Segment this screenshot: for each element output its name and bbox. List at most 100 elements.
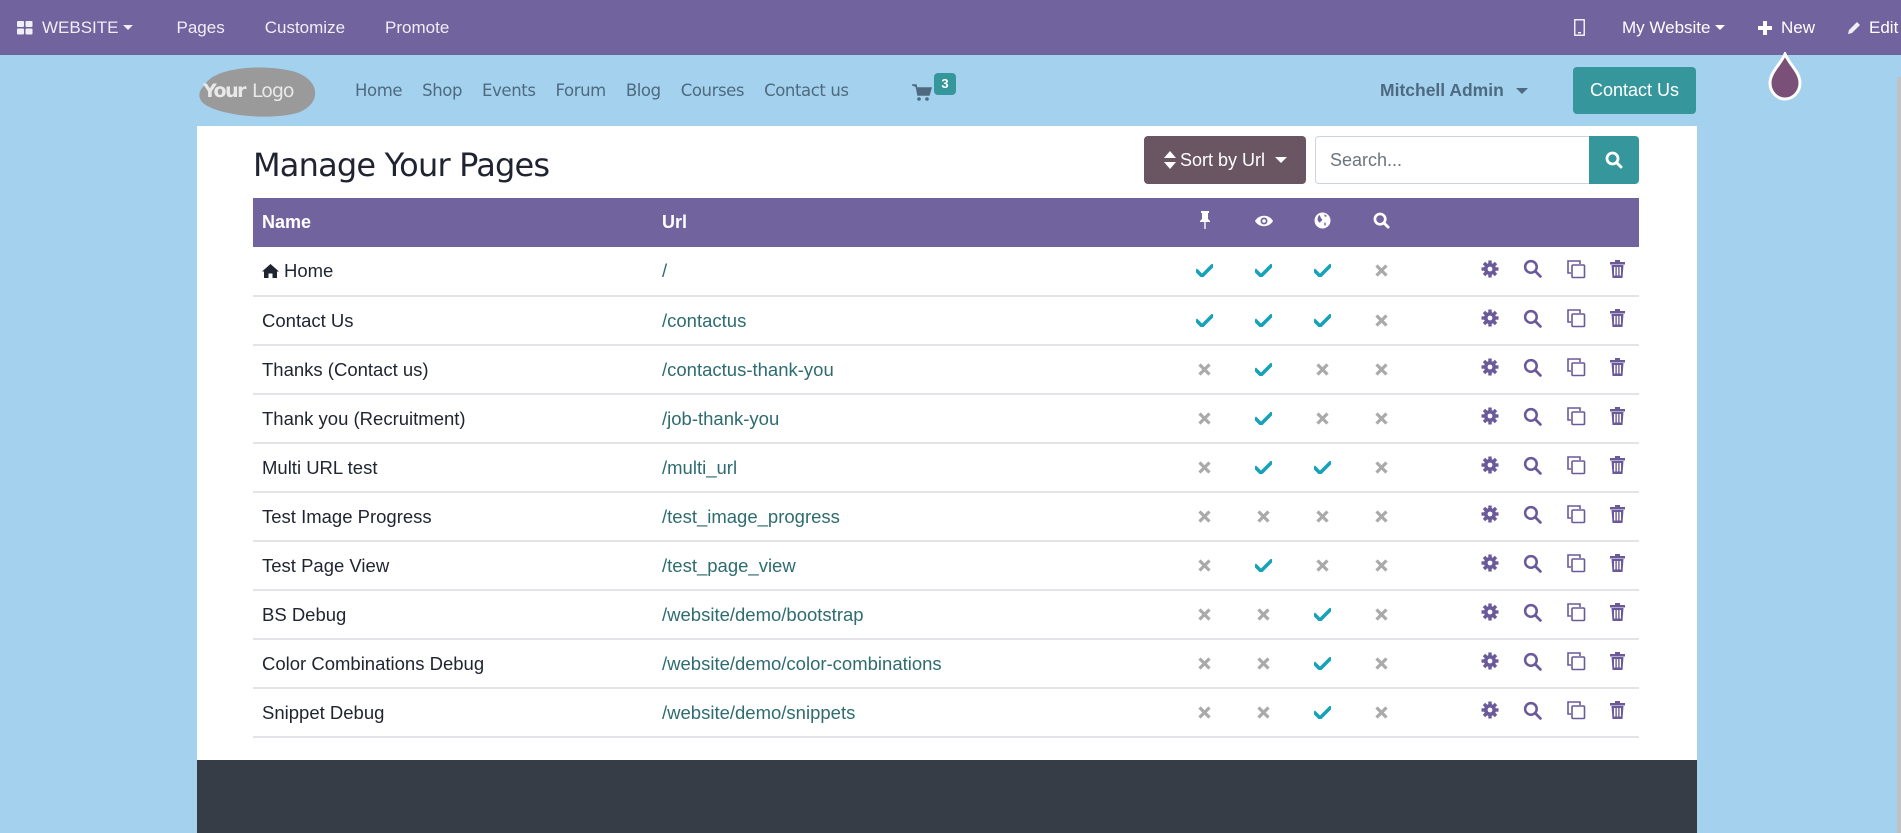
optimize-seo-button[interactable] [1511, 259, 1542, 283]
menu-pages[interactable]: Pages [157, 0, 245, 55]
flag-published [1293, 247, 1352, 296]
clone-page-button[interactable] [1554, 504, 1586, 529]
search-icon [1523, 701, 1542, 725]
clone-page-button[interactable] [1554, 406, 1586, 431]
clone-page-button[interactable] [1554, 700, 1586, 725]
clone-page-button[interactable] [1554, 259, 1586, 284]
page-url-link[interactable]: /contactus [653, 296, 1175, 345]
optimize-seo-button[interactable] [1511, 504, 1542, 528]
trash-icon [1610, 652, 1625, 675]
clone-page-button[interactable] [1554, 455, 1586, 480]
clone-page-button[interactable] [1554, 357, 1586, 382]
delete-page-button[interactable] [1598, 652, 1625, 676]
delete-page-button[interactable] [1598, 259, 1625, 283]
delete-page-button[interactable] [1598, 603, 1625, 627]
menu-promote[interactable]: Promote [365, 0, 469, 55]
optimize-seo-button[interactable] [1511, 406, 1542, 430]
search-button[interactable] [1589, 136, 1639, 184]
table-row: Thanks (Contact us) /contactus-thank-you [253, 345, 1639, 394]
menu-customize[interactable]: Customize [245, 0, 365, 55]
edit-button[interactable]: Edit [1847, 0, 1898, 55]
page-properties-button[interactable] [1469, 554, 1499, 578]
page-url-link[interactable]: /test_image_progress [653, 492, 1175, 541]
clone-page-button[interactable] [1554, 651, 1586, 676]
optimize-seo-button[interactable] [1511, 357, 1542, 381]
delete-page-button[interactable] [1598, 456, 1625, 480]
home-icon [262, 264, 279, 278]
page-scrollbar[interactable] [1897, 77, 1901, 833]
user-menu[interactable]: Mitchell Admin [1380, 55, 1528, 126]
flag-published [1293, 639, 1352, 688]
optimize-seo-button[interactable] [1511, 651, 1542, 675]
page-url-link[interactable]: /website/demo/color-combinations [653, 639, 1175, 688]
page-properties-button[interactable] [1469, 505, 1499, 529]
nav-blog[interactable]: Blog [626, 81, 661, 100]
chevron-down-icon [122, 25, 133, 30]
page-name: Color Combinations Debug [262, 652, 485, 674]
header-url[interactable]: Url [653, 198, 1175, 247]
page-url-link[interactable]: /website/demo/bootstrap [653, 590, 1175, 639]
page-url-link[interactable]: / [653, 247, 1175, 296]
clone-page-button[interactable] [1554, 553, 1586, 578]
page-properties-button[interactable] [1469, 603, 1499, 627]
nav-contact-us[interactable]: Contact us [764, 81, 849, 100]
nav-home[interactable]: Home [355, 81, 403, 100]
gear-icon [1481, 701, 1499, 724]
page-url-link[interactable]: /contactus-thank-you [653, 345, 1175, 394]
clone-page-button[interactable] [1554, 602, 1586, 627]
flag-pin [1175, 541, 1234, 590]
gear-icon [1481, 407, 1499, 430]
delete-page-button[interactable] [1598, 554, 1625, 578]
nav-events[interactable]: Events [482, 81, 536, 100]
page-url-link[interactable]: /website/demo/snippets [653, 688, 1175, 737]
page-url-link[interactable]: /multi_url [653, 443, 1175, 492]
flag-visible [1234, 247, 1293, 296]
page-properties-button[interactable] [1469, 309, 1499, 333]
page-properties-button[interactable] [1469, 701, 1499, 725]
flag-indexed [1352, 688, 1411, 737]
clone-icon [1566, 651, 1586, 676]
clone-page-button[interactable] [1554, 308, 1586, 333]
delete-page-button[interactable] [1598, 309, 1625, 333]
page-properties-button[interactable] [1469, 652, 1499, 676]
flag-pin [1175, 296, 1234, 345]
delete-page-button[interactable] [1598, 701, 1625, 725]
search-icon [1523, 456, 1542, 480]
site-logo[interactable]: Your Logo [197, 65, 317, 117]
page-properties-button[interactable] [1469, 407, 1499, 431]
page-properties-button[interactable] [1469, 456, 1499, 480]
page-url-link[interactable]: /job-thank-you [653, 394, 1175, 443]
table-row: Test Image Progress/test_image_progress [253, 492, 1639, 541]
page-properties-button[interactable] [1469, 358, 1499, 382]
nav-courses[interactable]: Courses [681, 81, 745, 100]
contact-us-button[interactable]: Contact Us [1573, 67, 1696, 114]
optimize-seo-button[interactable] [1511, 700, 1542, 724]
page-properties-button[interactable] [1469, 259, 1499, 283]
optimize-seo-button[interactable] [1511, 602, 1542, 626]
nav-forum[interactable]: Forum [556, 81, 607, 100]
delete-page-button[interactable] [1598, 505, 1625, 529]
mobile-preview-button[interactable] [1574, 0, 1585, 55]
check-icon [1312, 260, 1333, 281]
new-button[interactable]: New [1758, 0, 1815, 55]
nav-shop[interactable]: Shop [422, 81, 462, 100]
delete-page-button[interactable] [1598, 358, 1625, 382]
header-name[interactable]: Name [253, 198, 653, 247]
optimize-seo-button[interactable] [1511, 553, 1542, 577]
flag-visible [1234, 345, 1293, 394]
cart-button[interactable]: 3 [912, 73, 962, 109]
delete-page-button[interactable] [1598, 407, 1625, 431]
check-icon [1312, 310, 1333, 331]
optimize-seo-button[interactable] [1511, 308, 1542, 332]
row-actions [1411, 590, 1639, 639]
page-url-link[interactable]: /test_page_view [653, 541, 1175, 590]
sort-dropdown[interactable]: Sort by Url [1144, 136, 1306, 184]
flag-pin [1175, 590, 1234, 639]
search-input[interactable] [1315, 136, 1590, 184]
user-name: Mitchell Admin [1380, 80, 1504, 100]
optimize-seo-button[interactable] [1511, 455, 1542, 479]
site-footer [197, 760, 1697, 833]
website-app-menu[interactable]: WEBSITE [0, 0, 157, 55]
flag-published [1293, 492, 1352, 541]
website-switcher[interactable]: My Website [1622, 0, 1725, 55]
